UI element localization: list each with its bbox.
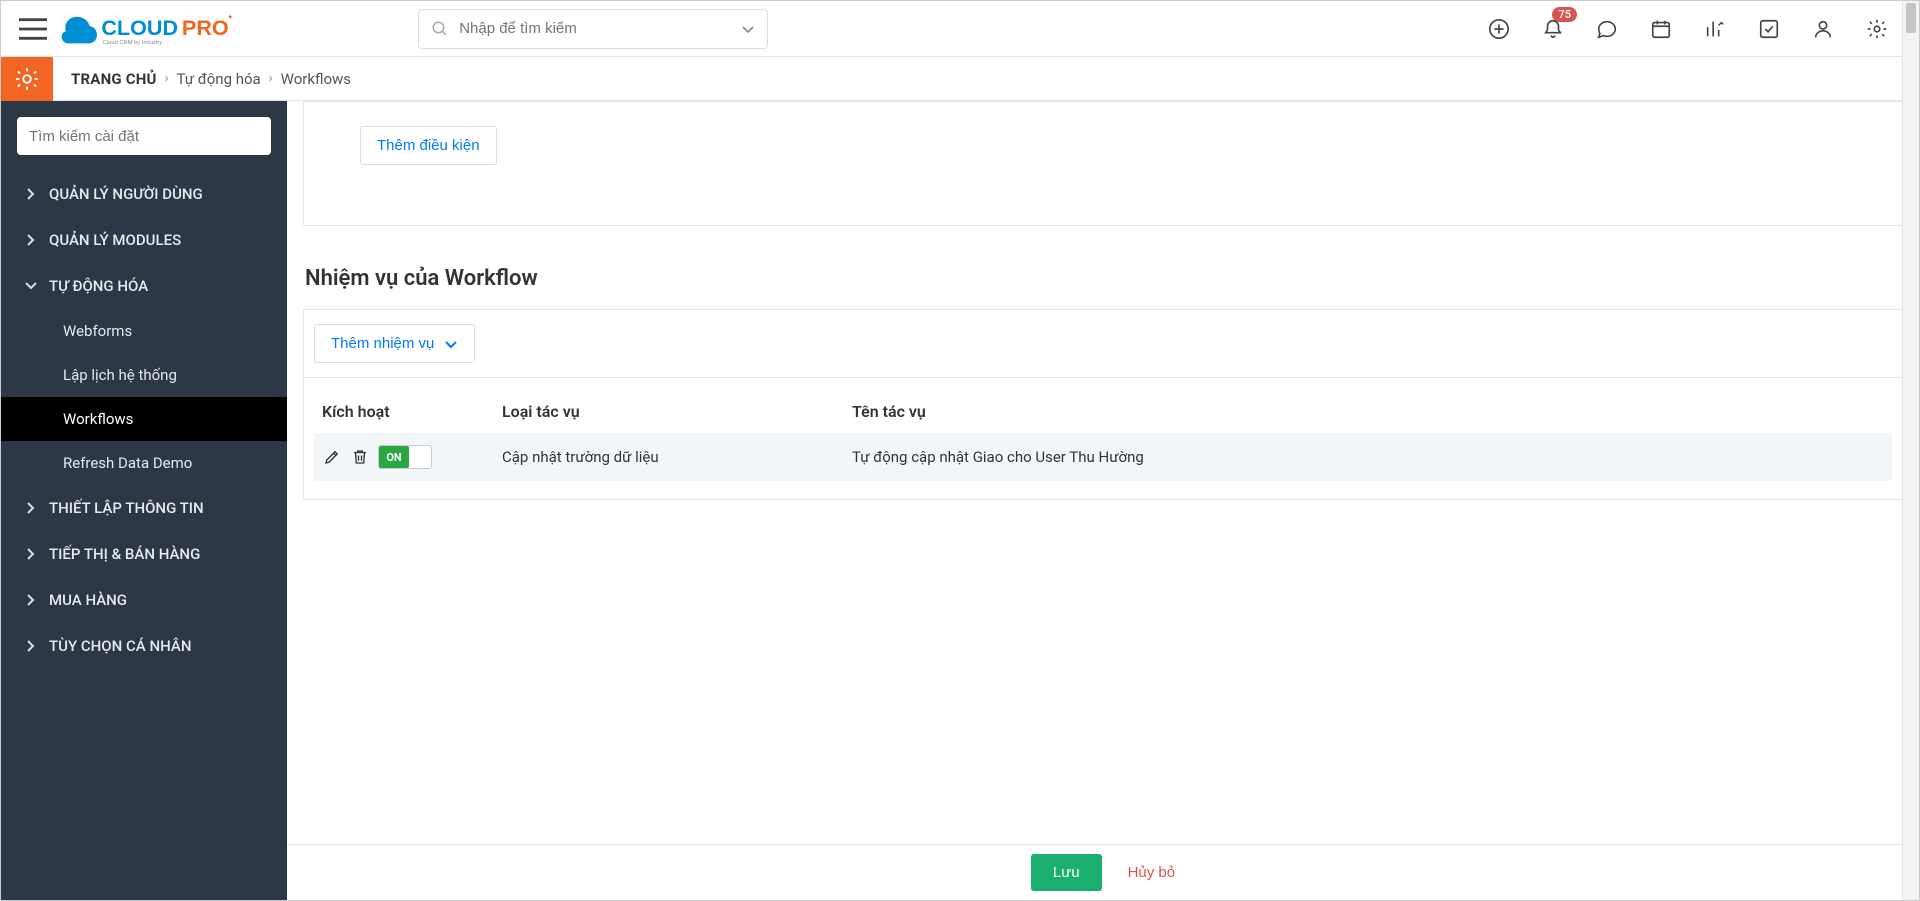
breadcrumb-row: TRANG CHỦ › Tự động hóa › Workflows [1,57,1919,101]
add-condition-label: Thêm điều kiện [377,137,480,154]
trash-icon [351,448,369,466]
user-icon [1812,18,1834,40]
chevron-down-icon [741,22,755,36]
sidebar-sub-label: Lập lịch hệ thống [63,366,177,384]
sidebar-sub-webforms[interactable]: Webforms [1,309,287,353]
settings-button[interactable] [1863,15,1891,43]
settings-home-button[interactable] [1,57,53,101]
sidebar-search-input[interactable] [17,117,271,155]
svg-text:PRO: PRO [182,14,229,39]
tasks-button[interactable] [1755,15,1783,43]
main-content: Thêm điều kiện Nhiệm vụ của Workflow Thê… [287,101,1919,900]
plus-circle-icon [1488,18,1510,40]
chevron-right-icon: › [269,71,273,86]
reports-button[interactable] [1701,15,1729,43]
sidebar-item-label: THIẾT LẬP THÔNG TIN [49,499,204,517]
chevron-right-icon [25,234,37,246]
chevron-down-icon [25,280,37,292]
check-square-icon [1758,18,1780,40]
gear-icon [1866,18,1888,40]
workflow-tasks-title: Nhiệm vụ của Workflow [305,266,1903,291]
table-row: ON Cập nhật trường dữ liệu Tự động cập n… [314,433,1892,481]
scrollbar[interactable] [1902,1,1919,900]
active-toggle[interactable]: ON [378,445,432,469]
conditions-card: Thêm điều kiện [303,101,1903,226]
chevron-right-icon [25,188,37,200]
breadcrumb-section[interactable]: Tự động hóa [177,70,261,88]
sidebar-item-label: TỰ ĐỘNG HÓA [49,277,148,295]
menu-toggle[interactable] [9,5,57,53]
calendar-button[interactable] [1647,15,1675,43]
breadcrumb: TRANG CHỦ › Tự động hóa › Workflows [53,70,351,88]
svg-text:CLOUD: CLOUD [101,14,178,39]
edit-button[interactable] [322,447,342,467]
chevron-right-icon [25,640,37,652]
sidebar-sub-label: Refresh Data Demo [63,454,192,472]
sidebar-sub-scheduler[interactable]: Lập lịch hệ thống [1,353,287,397]
sidebar-item-label: QUẢN LÝ MODULES [49,231,181,249]
profile-button[interactable] [1809,15,1837,43]
chat-icon [1596,18,1618,40]
sidebar-item-automation[interactable]: TỰ ĐỘNG HÓA [1,263,287,309]
chevron-right-icon: › [165,71,169,86]
breadcrumb-current: Workflows [281,70,351,88]
chart-icon [1704,18,1726,40]
chevron-down-icon [444,337,458,351]
sidebar-item-label: MUA HÀNG [49,591,127,609]
sidebar-sub-label: Webforms [63,322,132,340]
table-header: Kích hoạt Loại tác vụ Tên tác vụ [314,394,1892,433]
footer-actions: Lưu Hủy bỏ [287,844,1919,900]
task-type: Cập nhật trường dữ liệu [502,448,852,466]
cancel-button[interactable]: Hủy bỏ [1128,864,1176,881]
notifications-button[interactable]: 75 [1539,15,1567,43]
col-type: Loại tác vụ [502,402,852,421]
sidebar-item-purchasing[interactable]: MUA HÀNG [1,577,287,623]
sidebar-item-personal[interactable]: TÙY CHỌN CÁ NHÂN [1,623,287,669]
notification-badge: 75 [1552,7,1577,22]
sidebar-sub-workflows[interactable]: Workflows [1,397,287,441]
sidebar-sub-refresh-data[interactable]: Refresh Data Demo [1,441,287,485]
search-icon [431,20,449,38]
chevron-right-icon [25,502,37,514]
top-header: CLOUD PRO Cloud CRM by Industry 75 [1,1,1919,57]
add-task-label: Thêm nhiệm vụ [331,335,434,352]
svg-text:Cloud CRM by Industry: Cloud CRM by Industry [103,40,163,46]
sidebar-item-users[interactable]: QUẢN LÝ NGƯỜI DÙNG [1,171,287,217]
col-active: Kích hoạt [322,402,502,421]
task-name: Tự động cập nhật Giao cho User Thu Hường [852,448,1884,466]
chat-button[interactable] [1593,15,1621,43]
sidebar-item-label: QUẢN LÝ NGƯỜI DÙNG [49,185,203,203]
sidebar-sub-label: Workflows [63,410,133,428]
calendar-icon [1650,18,1672,40]
sidebar-item-marketing-sales[interactable]: TIẾP THỊ & BÁN HÀNG [1,531,287,577]
save-button[interactable]: Lưu [1031,854,1102,891]
gear-icon [14,66,40,92]
sidebar-item-label: TIẾP THỊ & BÁN HÀNG [49,545,200,563]
delete-button[interactable] [350,447,370,467]
hamburger-icon [19,18,47,40]
chevron-right-icon [25,594,37,606]
col-name: Tên tác vụ [852,402,1884,421]
pencil-icon [323,448,341,466]
chevron-right-icon [25,548,37,560]
add-task-button[interactable]: Thêm nhiệm vụ [314,324,475,363]
sidebar-item-modules[interactable]: QUẢN LÝ MODULES [1,217,287,263]
quick-add-button[interactable] [1485,15,1513,43]
global-search-input[interactable] [459,20,741,37]
scrollbar-thumb[interactable] [1906,3,1916,33]
breadcrumb-home[interactable]: TRANG CHỦ [71,70,157,88]
global-search[interactable] [418,9,768,49]
toggle-on-label: ON [379,446,409,468]
settings-sidebar: QUẢN LÝ NGƯỜI DÙNG QUẢN LÝ MODULES TỰ ĐỘ… [1,101,287,900]
add-condition-button[interactable]: Thêm điều kiện [360,126,497,165]
tasks-card: Thêm nhiệm vụ Kích hoạt Loại tác vụ Tên … [303,309,1903,500]
sidebar-item-label: TÙY CHỌN CÁ NHÂN [49,637,191,655]
logo[interactable]: CLOUD PRO Cloud CRM by Industry [61,9,248,49]
sidebar-item-config[interactable]: THIẾT LẬP THÔNG TIN [1,485,287,531]
